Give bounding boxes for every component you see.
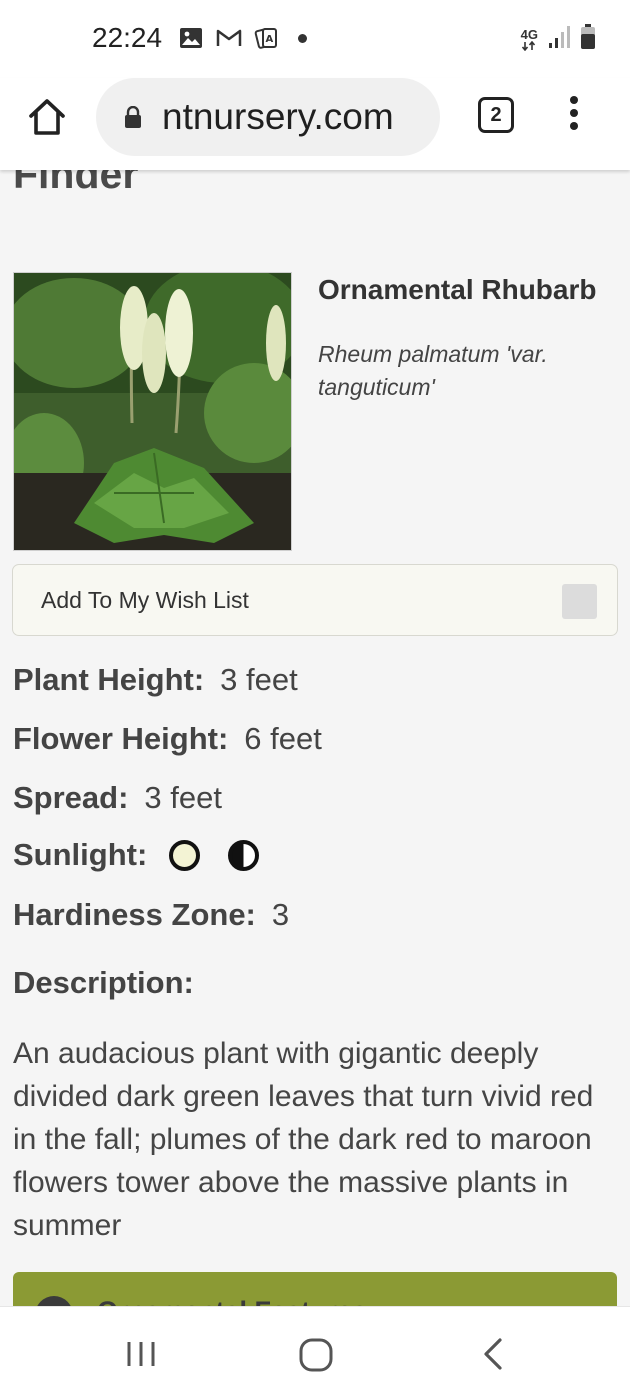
tab-switcher-button[interactable]: 2	[478, 97, 514, 133]
wishlist-checkbox[interactable]	[562, 584, 597, 619]
hardiness-label: Hardiness Zone:	[13, 897, 256, 932]
home-icon[interactable]	[26, 96, 68, 138]
address-bar[interactable]: ntnursery.com	[96, 78, 440, 156]
plant-height-value: 3 feet	[220, 662, 298, 697]
plant-height-row: Plant Height: 3 feet	[13, 662, 298, 698]
status-bar: 22:24 A 4G	[0, 0, 630, 78]
more-notifications-dot	[298, 33, 307, 43]
wishlist-row[interactable]: Add To My Wish List	[12, 564, 618, 636]
cards-icon: A	[254, 26, 280, 50]
battery-icon	[580, 24, 596, 55]
svg-text:A: A	[266, 34, 274, 45]
home-nav-icon[interactable]	[298, 1337, 334, 1378]
info-icon	[35, 1296, 73, 1306]
flower-height-label: Flower Height:	[13, 721, 229, 756]
notification-icons: A	[178, 26, 307, 50]
status-indicators: 4G	[521, 24, 596, 55]
plant-latin-name: Rheum palmatum 'var. tanguticum'	[318, 341, 548, 400]
recents-icon[interactable]	[124, 1337, 158, 1376]
hardiness-value: 3	[271, 897, 290, 932]
ornamental-features-label: Ornamental Features	[97, 1296, 367, 1306]
plant-common-name: Ornamental Rhubarb	[318, 274, 597, 305]
flower-height-row: Flower Height: 6 feet	[13, 721, 322, 757]
ornamental-features-header[interactable]: Ornamental Features	[13, 1272, 617, 1306]
sunlight-label: Sunlight:	[13, 837, 148, 872]
sunlight-row: Sunlight:	[13, 837, 260, 873]
network-type-icon: 4G	[521, 28, 538, 51]
image-icon	[178, 26, 204, 50]
status-time: 22:24	[92, 22, 163, 53]
full-sun-icon	[169, 839, 201, 871]
plant-height-label: Plant Height:	[13, 662, 205, 697]
gmail-icon	[216, 26, 242, 50]
wishlist-label: Add To My Wish List	[41, 587, 249, 613]
spread-value: 3 feet	[144, 780, 222, 815]
browser-toolbar: ntnursery.com 2	[0, 78, 630, 170]
url-text: ntnursery.com	[162, 96, 394, 137]
spread-label: Spread:	[13, 780, 129, 815]
signal-icon	[548, 25, 570, 54]
page-content: Squak Mountain Nursery Plant Finder Orna…	[0, 170, 630, 1306]
description-text: An audacious plant with gigantic deeply …	[13, 1037, 594, 1242]
plant-photo	[13, 272, 292, 551]
spread-row: Spread: 3 feet	[13, 780, 222, 816]
part-shade-icon	[228, 839, 260, 871]
flower-height-value: 6 feet	[244, 721, 322, 756]
back-icon[interactable]	[478, 1337, 508, 1376]
lock-icon	[124, 105, 142, 128]
page-title: Squak Mountain Nursery Plant Finder	[13, 170, 139, 197]
system-nav-bar	[0, 1306, 630, 1400]
description-heading: Description:	[13, 965, 194, 1000]
overflow-menu-icon[interactable]	[566, 96, 582, 136]
hardiness-row: Hardiness Zone: 3	[13, 897, 289, 933]
